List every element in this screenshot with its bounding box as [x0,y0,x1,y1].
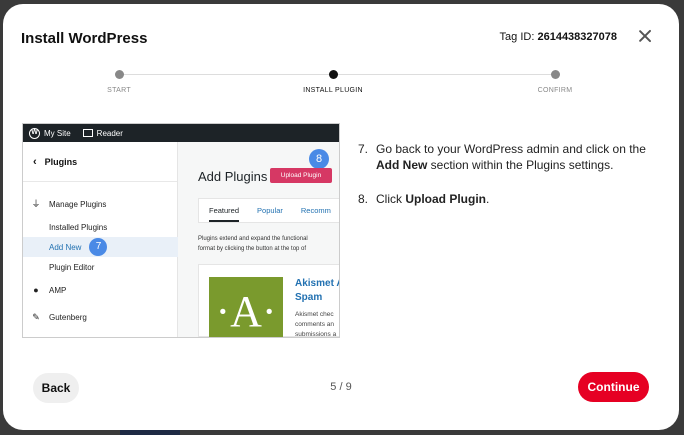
sidebar-item-amp: ● AMP [23,280,178,300]
plugin-card-desc-line: Akismet chec [295,311,334,318]
my-site-label: My Site [44,128,71,138]
close-icon[interactable] [635,26,655,46]
sidebar-header-label: Plugins [44,156,78,167]
step-dot [114,70,124,79]
plugin-card-desc-line: comments an [295,321,335,328]
amp-icon: ● [33,285,39,295]
instructions-list: 7. Go back to your WordPress admin and c… [358,141,658,225]
reader-icon [82,129,93,137]
pencil-icon: ✎ [32,312,40,322]
sidebar-item-installed-plugins: Installed Plugins [23,217,178,237]
plugins-description: Plugins extend and expand the functional… [198,234,339,254]
step-install-plugin: INSTALL PLUGIN [273,70,393,94]
plugin-card-desc-line: submissions a [295,331,337,338]
sidebar-item-label: Plugin Editor [49,262,95,272]
step-confirm: CONFIRM [495,70,615,94]
plugin-card-description: Akismet chec comments an submissions a [295,310,337,338]
tag-id-value: 2614438327078 [537,31,617,43]
reader-label: Reader [96,128,123,138]
step-start: START [59,70,179,94]
instruction-text: section within the Plugins settings. [427,158,614,172]
sidebar-item-label: Manage Plugins [49,199,107,209]
modal-title: Install WordPress [21,30,148,47]
sidebar-header: ‹ Plugins [23,142,177,182]
instruction-screenshot: W My Site Reader ‹ Plugins ⏚ Manage Plug… [22,123,340,338]
plugin-card-title: Akismet A Spam [295,277,340,305]
plugin-tabs: Featured Popular Recomm [198,198,339,223]
plugin-card-title-line: Akismet A [295,278,340,289]
sidebar-item-label: AMP [49,285,67,295]
sidebar-item-gutenberg: ✎ Gutenberg [23,307,178,327]
description-line: format by clicking the button at the top… [198,246,307,252]
install-wordpress-modal: Install WordPress Tag ID: 2614438327078 … [3,4,679,430]
wp-sidebar: ‹ Plugins ⏚ Manage Plugins Installed Plu… [23,142,178,337]
wp-main-area: Add Plugins 8 Upload Plugin Featured Pop… [178,142,339,337]
tab-recommended: Recomm [300,206,331,215]
instruction-text: Click [376,192,406,206]
instruction-bold: Upload Plugin [405,192,487,206]
instruction-step-7: 7. Go back to your WordPress admin and c… [358,141,658,173]
instruction-number: 7. [358,142,369,156]
wordpress-logo-icon: W [29,127,40,139]
sidebar-item-label: Add New [49,242,82,252]
step-badge-7: 7 [89,238,108,256]
instruction-text: . [486,192,490,206]
step-badge-8: 8 [309,149,329,169]
description-line: Plugins extend and expand the functional [198,236,308,242]
step-dot [550,70,560,79]
add-plugins-title: Add Plugins [198,169,268,184]
instruction-bold: Add New [376,158,428,172]
sidebar-item-add-new: Add New 7 [23,237,178,257]
step-label: INSTALL PLUGIN [303,87,363,94]
sidebar-item-label: Gutenberg [49,312,87,322]
upload-plugin-button: Upload Plugin [270,168,332,183]
instruction-text: Go back to your WordPress admin and clic… [376,142,646,156]
sidebar-item-label: Installed Plugins [49,222,108,232]
instruction-number: 8. [358,192,369,206]
progress-stepper: START INSTALL PLUGIN CONFIRM [3,66,679,106]
tab-popular: Popular [257,206,283,215]
tag-id-label: Tag ID: [499,31,535,43]
tag-id: Tag ID: 2614438327078 [500,31,617,43]
modal-footer: Back 5 / 9 Continue [3,360,679,430]
instruction-step-8: 8. Click Upload Plugin. [358,191,658,207]
plugin-card: ·A· Akismet A Spam Akismet chec comments… [198,264,339,337]
plug-icon: ⏚ [31,199,41,209]
plugin-card-title-line: Spam [295,292,323,303]
step-label: START [107,87,131,94]
wp-admin-bar: W My Site Reader [23,124,339,142]
sidebar-item-plugin-editor: Plugin Editor [23,257,178,277]
step-label: CONFIRM [537,87,573,94]
tab-featured: Featured [209,206,240,222]
continue-button[interactable]: Continue [578,372,649,402]
chevron-left-icon: ‹ [33,155,37,168]
akismet-logo: ·A· [209,277,283,337]
step-dot-active [328,70,338,79]
akismet-logo-letter: A [230,287,262,336]
sidebar-item-manage-plugins: ⏚ Manage Plugins [23,194,178,214]
modal-header: Install WordPress Tag ID: 2614438327078 [3,4,679,74]
